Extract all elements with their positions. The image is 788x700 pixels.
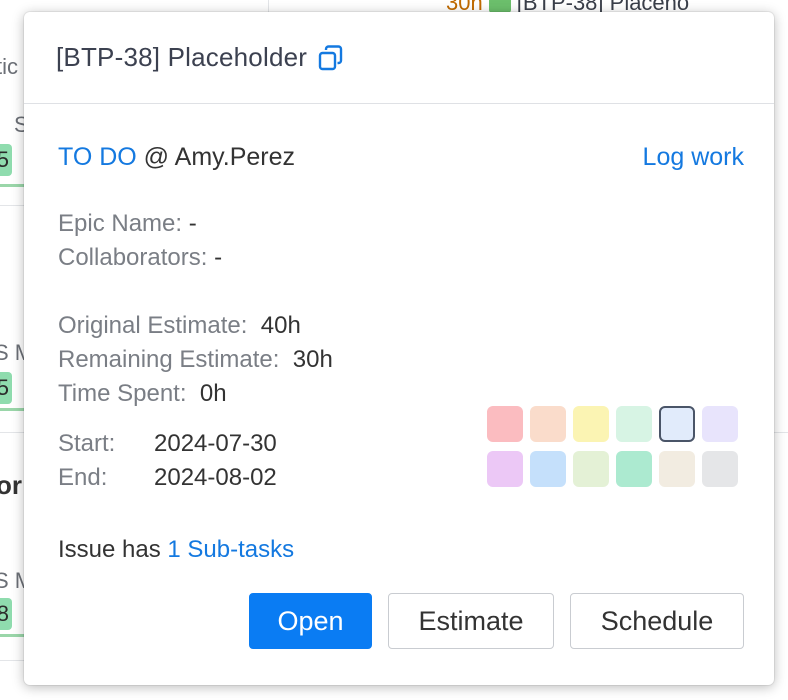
- action-buttons: Open Estimate Schedule: [249, 593, 744, 649]
- collaborators-label: Collaborators:: [58, 244, 208, 271]
- issue-popup: [BTP-38] Placeholder TO DO @ Amy.Perez L…: [24, 12, 774, 685]
- status-row: TO DO @ Amy.Perez Log work: [58, 142, 744, 172]
- background-divider: [774, 432, 788, 433]
- color-picker: [487, 406, 738, 487]
- color-swatch[interactable]: [616, 406, 652, 442]
- at-sign: @: [143, 142, 170, 171]
- color-swatch[interactable]: [702, 406, 738, 442]
- collaborators-value: -: [214, 244, 223, 271]
- color-swatch[interactable]: [530, 451, 566, 487]
- color-swatch[interactable]: [530, 406, 566, 442]
- original-estimate-value: 40h: [260, 312, 301, 339]
- popup-header: [BTP-38] Placeholder: [24, 12, 774, 104]
- color-swatch[interactable]: [702, 451, 738, 487]
- open-button[interactable]: Open: [249, 593, 372, 649]
- color-swatch[interactable]: [659, 451, 695, 487]
- status-link[interactable]: TO DO: [58, 143, 137, 171]
- epic-name-label: Epic Name:: [58, 210, 183, 237]
- end-label: End:: [58, 464, 108, 491]
- estimate-button[interactable]: Estimate: [388, 593, 554, 649]
- copy-icon[interactable]: [317, 44, 345, 72]
- background-divider: [0, 205, 24, 206]
- background-fragment: or: [0, 470, 22, 500]
- background-badge: 8: [0, 598, 12, 630]
- end-date: 2024-08-02: [154, 464, 277, 491]
- remaining-estimate-label: Remaining Estimate:: [58, 346, 280, 373]
- background-bar: [0, 184, 24, 187]
- schedule-button[interactable]: Schedule: [570, 593, 744, 649]
- background-bar: [0, 634, 24, 637]
- issue-title: [BTP-38] Placeholder: [56, 42, 308, 72]
- subtask-row: Issue has 1 Sub-tasks: [58, 533, 744, 567]
- color-swatch[interactable]: [487, 451, 523, 487]
- popup-body: TO DO @ Amy.Perez Log work Epic Name: - …: [24, 104, 774, 567]
- color-swatch[interactable]: [573, 406, 609, 442]
- time-spent-label: Time Spent:: [58, 380, 187, 407]
- original-estimate-row: Original Estimate: 40h: [58, 309, 744, 343]
- epic-name-value: -: [188, 210, 197, 237]
- start-label: Start:: [58, 430, 116, 457]
- time-spent-value: 0h: [199, 380, 227, 407]
- color-swatch[interactable]: [487, 406, 523, 442]
- epic-section: Epic Name: - Collaborators: -: [58, 207, 744, 275]
- background-fragment: tic: [0, 54, 18, 79]
- start-date: 2024-07-30: [154, 430, 277, 457]
- color-swatch[interactable]: [659, 406, 695, 442]
- assignee: Amy.Perez: [174, 142, 296, 171]
- original-estimate-label: Original Estimate:: [58, 312, 248, 339]
- color-swatch[interactable]: [616, 451, 652, 487]
- background-divider: [0, 432, 24, 433]
- epic-name-row: Epic Name: -: [58, 207, 744, 241]
- background-badge: 5: [0, 372, 12, 404]
- log-work-link[interactable]: Log work: [643, 143, 744, 172]
- color-swatch[interactable]: [573, 451, 609, 487]
- remaining-estimate-row: Remaining Estimate: 30h: [58, 343, 744, 377]
- background-divider: [0, 660, 24, 661]
- collaborators-row: Collaborators: -: [58, 241, 744, 275]
- background-bar: [0, 408, 24, 411]
- estimate-section: Original Estimate: 40h Remaining Estimat…: [58, 309, 744, 411]
- subtask-link[interactable]: 1 Sub-tasks: [167, 536, 294, 563]
- subtask-prefix: Issue has: [58, 536, 161, 563]
- background-badge: 5: [0, 144, 12, 176]
- remaining-estimate-value: 30h: [292, 346, 333, 373]
